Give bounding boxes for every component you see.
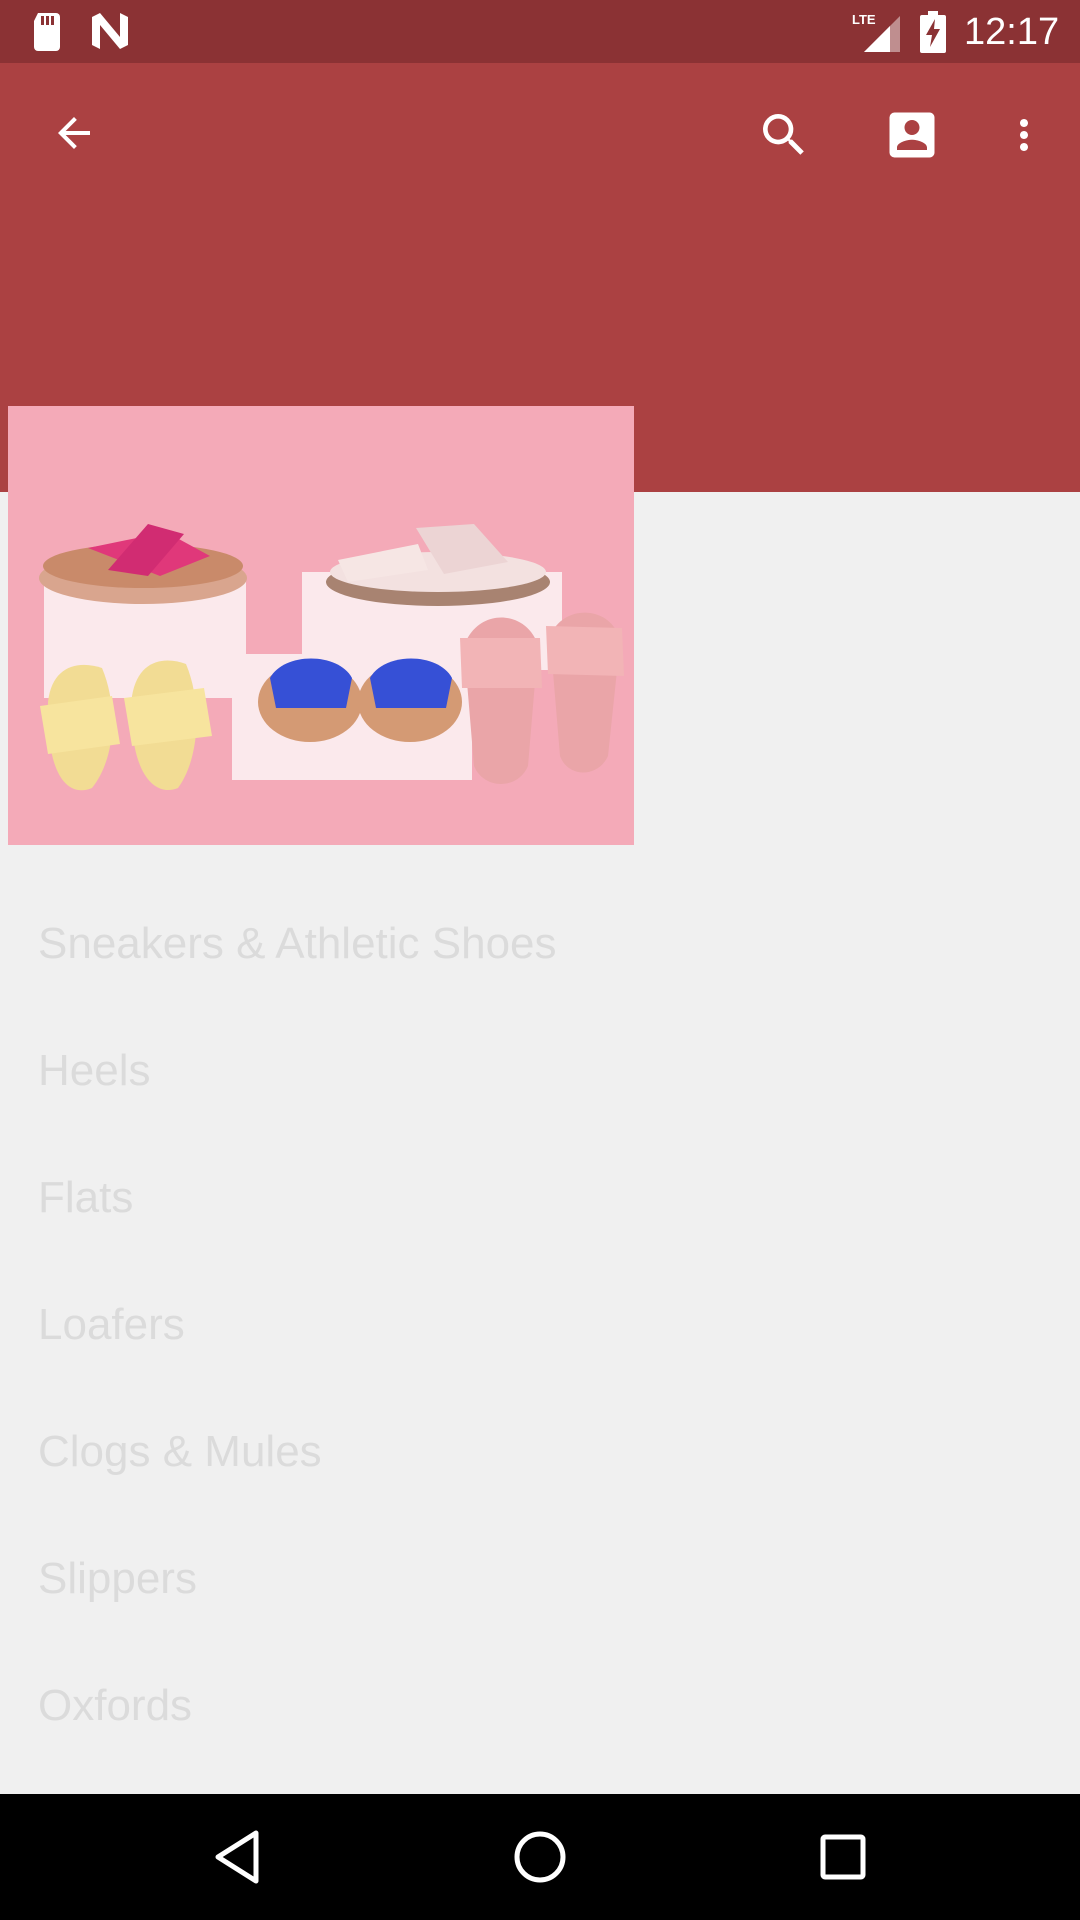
sd-card-icon (34, 13, 60, 51)
hero-banner-image[interactable] (8, 406, 634, 845)
category-item-oxfords[interactable]: Oxfords (0, 1642, 1080, 1769)
category-item-slippers[interactable]: Slippers (0, 1515, 1080, 1642)
category-item-flats[interactable]: Flats (0, 1134, 1080, 1261)
sandals-illustration (8, 406, 634, 845)
nav-recents-button[interactable] (808, 1822, 878, 1892)
more-options-button[interactable] (1000, 99, 1048, 171)
nav-home-button[interactable] (505, 1822, 575, 1892)
category-item-loafers[interactable]: Loafers (0, 1261, 1080, 1388)
battery-charging-icon (920, 11, 946, 53)
lte-label: LTE (852, 12, 876, 27)
account-box-icon (889, 112, 935, 158)
system-navigation-bar (0, 1794, 1080, 1920)
search-button[interactable] (748, 99, 820, 171)
status-bar: LTE 12:17 (0, 0, 1080, 63)
search-icon (763, 114, 804, 155)
nav-recents-icon (820, 1834, 866, 1880)
nav-back-icon (215, 1830, 259, 1884)
category-item-clogs-mules[interactable]: Clogs & Mules (0, 1388, 1080, 1515)
category-item-sneakers[interactable]: Sneakers & Athletic Shoes (0, 880, 1080, 1007)
lte-signal-icon: LTE (852, 12, 900, 52)
account-button[interactable] (876, 99, 948, 171)
back-button[interactable] (40, 99, 108, 167)
nav-back-button[interactable] (202, 1822, 272, 1892)
category-list: Sneakers & Athletic Shoes Heels Flats Lo… (0, 880, 1080, 1769)
status-time: 12:17 (964, 11, 1060, 53)
arrow-back-icon (58, 117, 90, 149)
n-notification-icon (92, 13, 128, 49)
more-vert-icon (1020, 119, 1028, 151)
category-item-heels[interactable]: Heels (0, 1007, 1080, 1134)
nav-home-icon (514, 1831, 566, 1883)
